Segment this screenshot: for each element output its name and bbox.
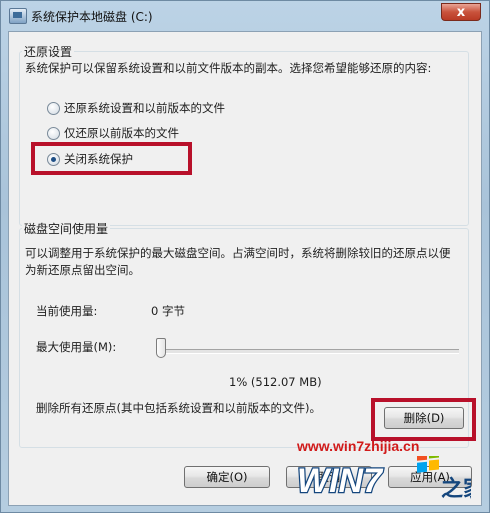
ok-button[interactable]: 确定(O) xyxy=(184,466,270,488)
radio-label: 还原系统设置和以前版本的文件 xyxy=(64,101,225,115)
radio-button[interactable] xyxy=(47,101,60,115)
drive-icon xyxy=(9,8,27,24)
windows-flag-icon xyxy=(417,456,439,473)
dialog-client-area: 还原设置 系统保护可以保留系统设置和以前文件版本的副本。选择您希望能够还原的内容… xyxy=(8,31,482,506)
max-usage-slider-thumb[interactable] xyxy=(155,338,166,358)
restore-settings-title: 还原设置 xyxy=(22,43,75,60)
close-button[interactable]: x xyxy=(441,3,481,21)
max-usage-readout: 1% (512.07 MB) xyxy=(229,375,322,389)
disk-usage-title: 磁盘空间使用量 xyxy=(22,220,111,237)
radio-label: 仅还原以前版本的文件 xyxy=(64,126,179,140)
highlight-annotation xyxy=(371,398,476,441)
dialog-window: 系统保护本地磁盘 (C:) x 还原设置 系统保护可以保留系统设置和以前文件版本… xyxy=(0,0,490,513)
radio-restore-all[interactable]: 还原系统设置和以前版本的文件 xyxy=(47,100,225,116)
max-usage-label: 最大使用量(M): xyxy=(36,340,117,354)
window-title: 系统保护本地磁盘 (C:) xyxy=(31,10,153,24)
disk-description: 可以调整用于系统保护的最大磁盘空间。占满空间时，系统将删除较旧的还原点以便为新还… xyxy=(25,246,451,277)
title-bar[interactable]: 系统保护本地磁盘 (C:) x xyxy=(1,1,489,31)
restore-description: 系统保护可以保留系统设置和以前文件版本的副本。选择您希望能够还原的内容: xyxy=(25,61,432,75)
logo-text: WIN7 xyxy=(297,462,384,500)
delete-description: 删除所有还原点(其中包括系统设置和以前版本的文件)。 xyxy=(36,401,321,415)
close-icon: x xyxy=(456,5,466,20)
current-usage-label: 当前使用量: xyxy=(36,304,98,318)
highlight-annotation xyxy=(31,142,192,175)
current-usage-value: 0 字节 xyxy=(151,304,185,318)
watermark-url: www.win7zhijia.cn xyxy=(297,438,420,454)
max-usage-slider-track[interactable] xyxy=(164,349,459,354)
radio-restore-files-only[interactable]: 仅还原以前版本的文件 xyxy=(47,125,179,141)
win7-logo: WIN7 之家 xyxy=(296,456,471,502)
radio-button[interactable] xyxy=(47,126,60,140)
logo-suffix: 之家 xyxy=(441,476,471,502)
